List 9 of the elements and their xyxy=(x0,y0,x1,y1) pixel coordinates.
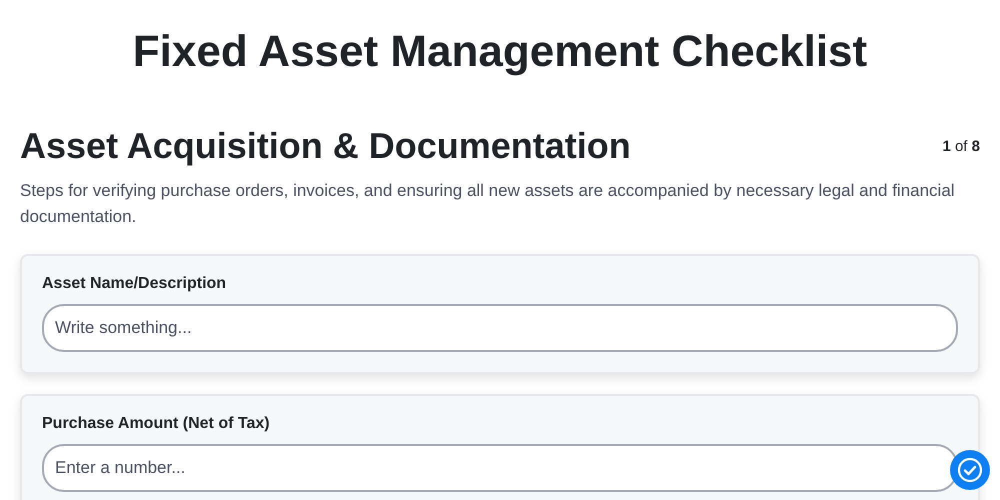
section-heading: Asset Acquisition & Documentation xyxy=(20,124,631,168)
page-title: Fixed Asset Management Checklist xyxy=(132,26,868,78)
step-counter: 1 of 8 xyxy=(942,138,980,155)
checkmark-circle-icon xyxy=(957,457,983,483)
input-field[interactable]: Write something... xyxy=(42,304,958,352)
section-description: Steps for verifying purchase orders, invoices, and ensuring all new assets are accompanied by necessary legal and financial documentation. xyxy=(20,180,956,228)
field-label: Purchase Amount (Net of Tax) xyxy=(42,415,271,433)
field-label: Asset Name/Description xyxy=(42,275,228,293)
input-field[interactable]: Enter a number... xyxy=(42,444,958,492)
